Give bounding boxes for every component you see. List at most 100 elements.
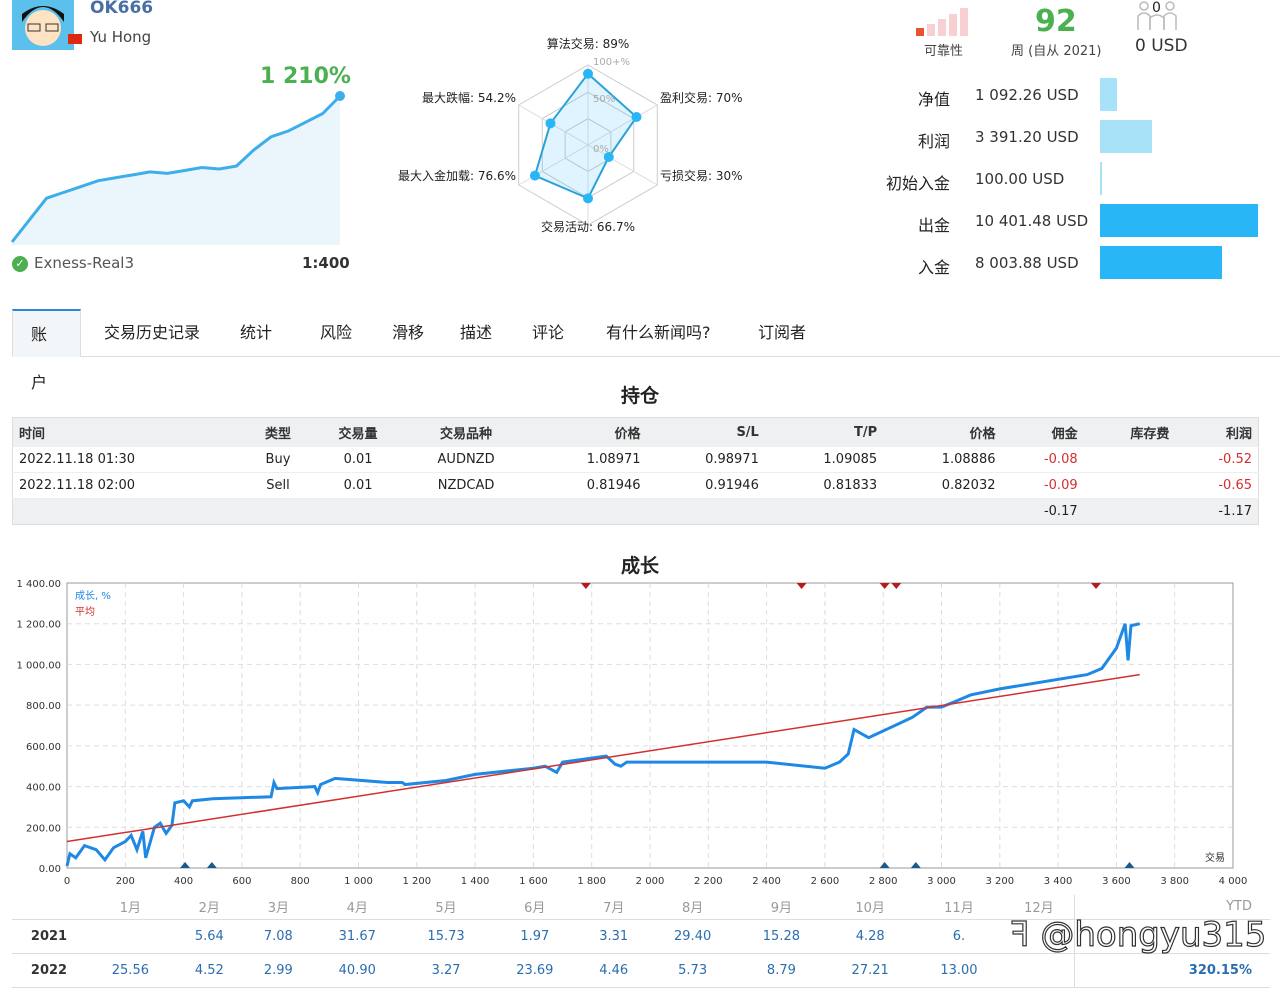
x-tick-label: 3 200 [985, 876, 1014, 887]
table-cell: 1.08971 [528, 446, 647, 473]
tab-2[interactable]: 统计 [222, 309, 290, 357]
table-cell: 2022.11.18 02:00 [12, 472, 244, 499]
reliability-bar [949, 14, 957, 36]
table-cell [1083, 472, 1176, 499]
y-tick-label: 1 200.00 [16, 620, 61, 631]
month-header: 4月 [312, 895, 402, 920]
y-tick-label: 400.00 [26, 783, 61, 794]
broker-server[interactable]: Exness-Real3 [34, 254, 134, 272]
finance-bar [1100, 120, 1152, 153]
finance-label: 净值 [917, 90, 950, 109]
radar-axis-label: 盈利交易: 70% [660, 90, 743, 105]
tab-6[interactable]: 评论 [514, 309, 582, 357]
table-row[interactable]: 2022.11.18 02:00 Sell 0.01 NZDCAD 0.81946 0.9… [12, 472, 1259, 499]
avatar[interactable] [12, 0, 74, 50]
month-value[interactable]: 1.97 [490, 919, 580, 954]
table-cell: 0.91946 [646, 472, 765, 499]
tab-1[interactable]: 交易历史记录 [86, 309, 218, 357]
month-value[interactable]: 25.56 [86, 953, 175, 988]
month-value[interactable]: 7.08 [243, 919, 313, 954]
month-value[interactable]: 5.64 [174, 919, 244, 954]
china-flag-icon [68, 34, 82, 44]
month-value[interactable]: 3.27 [401, 953, 491, 988]
month-value[interactable]: 2.99 [243, 953, 313, 988]
table-cell: 0.81946 [528, 472, 647, 499]
month-value[interactable]: 31.67 [312, 919, 402, 954]
reliability-bar [938, 19, 946, 36]
column-header[interactable]: 交易品种 [403, 417, 529, 447]
month-value[interactable] [1003, 953, 1075, 988]
table-cell [1083, 446, 1176, 473]
finance-bar [1100, 246, 1222, 279]
month-value[interactable]: 6. [914, 919, 1004, 954]
column-header[interactable]: 类型 [243, 417, 313, 447]
y-tick-label: 600.00 [26, 742, 61, 753]
column-header[interactable]: 价格 [528, 417, 647, 447]
column-header[interactable]: 利润 [1175, 417, 1259, 447]
column-header[interactable]: T/P [764, 417, 884, 447]
x-tick-label: 0 [64, 876, 70, 887]
total-gain: 1 210% [260, 64, 351, 89]
column-header[interactable]: 时间 [12, 417, 244, 447]
tab-bar: 账户 交易历史记录 统计 风险 滑移 描述 评论 有什么新闻吗? 订阅者 [12, 309, 1280, 392]
month-value[interactable]: 15.28 [737, 919, 826, 954]
radar-axis-label: 最大跌幅: 54.2% [422, 90, 516, 105]
radar-point [583, 68, 593, 79]
weeks-label: 周 (自从 2021) [1011, 44, 1102, 59]
column-header[interactable]: 佣金 [1001, 417, 1084, 447]
table-cell: 0.98971 [646, 446, 765, 473]
month-value[interactable]: 15.73 [401, 919, 491, 954]
tab-4[interactable]: 滑移 [374, 309, 442, 357]
radar-axis-label: 最大入金加载: 76.6% [398, 168, 516, 183]
month-value[interactable]: 23.69 [490, 953, 580, 988]
x-axis-label: 交易 [1205, 851, 1225, 864]
tab-8[interactable]: 订阅者 [740, 309, 824, 357]
month-value[interactable]: 27.21 [825, 953, 915, 988]
total-commission: -0.17 [1001, 498, 1084, 525]
y-tick-label: 1 000.00 [16, 660, 61, 671]
positions-title: 持仓 [620, 385, 659, 407]
month-header [12, 895, 86, 920]
month-value[interactable]: 4.52 [174, 953, 244, 988]
table-row[interactable]: 2022.11.18 01:30 Buy 0.01 AUDNZD 1.08971 0.98… [12, 446, 1259, 473]
month-value[interactable] [86, 919, 175, 954]
table-cell: 2022.11.18 01:30 [12, 446, 244, 473]
month-value[interactable]: 4.46 [579, 953, 649, 988]
column-header[interactable]: 价格 [883, 417, 1002, 447]
month-value[interactable]: 8.79 [737, 953, 826, 988]
month-value[interactable]: 320.15% [1074, 953, 1270, 988]
x-tick-label: 3 600 [1102, 876, 1131, 887]
legend-entry: 成长, % [75, 590, 111, 602]
x-tick-label: 4 000 [1219, 876, 1248, 887]
x-tick-label: 3 800 [1160, 876, 1189, 887]
finance-bar [1100, 204, 1258, 237]
month-value[interactable]: 5.73 [648, 953, 738, 988]
growth-chart: 0 200 400 600 800 1 000 1 200 1 400 1 600 1 800 2 … [16, 579, 1248, 887]
table-cell: 0.82032 [883, 472, 1002, 499]
radar-scale-label: 50% [593, 94, 615, 105]
y-tick-label: 1 400.00 [16, 579, 61, 590]
year-row: 2022 25.56 4.52 2.99 40.90 3.27 23.69 4.46 5.73 8… [12, 953, 1270, 988]
finance-value: 100.00 USD [975, 170, 1065, 188]
month-value[interactable]: 3.31 [579, 919, 649, 954]
month-value[interactable]: 40.90 [312, 953, 402, 988]
tab-5[interactable]: 描述 [442, 309, 510, 357]
column-header[interactable]: 库存费 [1083, 417, 1176, 447]
table-cell: -0.52 [1175, 446, 1259, 473]
column-header[interactable]: 交易量 [312, 417, 404, 447]
tab-3[interactable]: 风险 [302, 309, 370, 357]
tab-7[interactable]: 有什么新闻吗? [588, 309, 729, 357]
reliability-bar [927, 24, 935, 36]
month-value[interactable]: 29.40 [648, 919, 738, 954]
radar-scale-label: 100+% [593, 57, 630, 68]
x-tick-label: 1 400 [461, 876, 490, 887]
table-cell: -0.09 [1001, 472, 1084, 499]
column-header[interactable]: S/L [646, 417, 765, 447]
month-header: 9月 [737, 895, 826, 920]
month-value[interactable]: 4.28 [825, 919, 915, 954]
tab-0[interactable]: 账户 [12, 309, 81, 392]
month-header: 7月 [579, 895, 649, 920]
month-value[interactable]: 13.00 [914, 953, 1004, 988]
radar-scale-label: 0% [593, 144, 609, 155]
account-login[interactable]: OK666 [90, 0, 153, 18]
